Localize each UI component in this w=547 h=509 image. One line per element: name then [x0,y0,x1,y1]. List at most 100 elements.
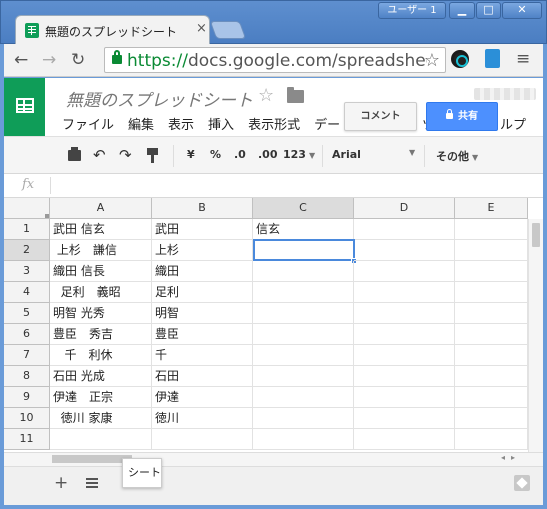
cell-e8[interactable] [455,366,528,387]
row-header-6[interactable]: 6 [4,324,50,345]
row-header-1[interactable]: 1 [4,219,50,240]
cell-c4[interactable] [253,282,354,303]
select-all-corner[interactable] [4,198,50,219]
cell-b9[interactable]: 伊達 [152,387,253,408]
cell-e5[interactable] [455,303,528,324]
cell-e7[interactable] [455,345,528,366]
star-document-icon[interactable]: ☆ [258,85,274,106]
row-header-11[interactable]: 11 [4,429,50,450]
cell-a5[interactable]: 明智 光秀 [50,303,152,324]
paint-format-icon[interactable] [147,148,158,163]
user-profile-badge[interactable]: ユーザー 1 [378,2,446,19]
column-header-d[interactable]: D [354,198,455,219]
minimize-button[interactable]: ▁ [449,2,475,19]
cell-c1[interactable]: 信玄 [253,219,354,240]
cell-d7[interactable] [354,345,455,366]
cell-c2[interactable] [253,239,355,261]
cell-c10[interactable] [253,408,354,429]
cell-d3[interactable] [354,261,455,282]
cell-e10[interactable] [455,408,528,429]
cell-c11[interactable] [253,429,354,450]
url-text[interactable]: https://docs.google.com/spreadsheet [127,51,427,71]
document-title[interactable]: 無題のスプレッドシート [66,86,253,111]
cell-c5[interactable] [253,303,354,324]
undo-icon[interactable]: ↶ [93,146,106,164]
cell-a7[interactable]: 千 利休 [50,345,152,366]
font-family-dropdown[interactable]: Arial ▼ [332,148,416,161]
cell-a9[interactable]: 伊達 正宗 [50,387,152,408]
cell-a8[interactable]: 石田 光成 [50,366,152,387]
new-tab-button[interactable] [209,21,247,39]
explore-icon[interactable] [514,475,530,491]
cell-b2[interactable]: 上杉 [152,240,253,261]
print-icon[interactable] [68,147,81,161]
horizontal-scrollbar[interactable]: ◂▸ [4,452,543,466]
column-header-b[interactable]: B [152,198,253,219]
cell-e2[interactable] [455,240,528,261]
horizontal-scroll-thumb[interactable] [52,455,132,463]
forward-arrow-icon[interactable]: → [42,50,56,70]
back-arrow-icon[interactable]: ← [14,50,28,70]
share-button[interactable]: 共有 [426,102,498,131]
browser-tab[interactable]: 無題のスプレッドシート × [15,15,210,45]
cell-d6[interactable] [354,324,455,345]
column-header-c[interactable]: C [253,198,354,219]
cell-a10[interactable]: 徳川 家康 [50,408,152,429]
comments-button[interactable]: コメント [344,102,417,131]
cell-d9[interactable] [354,387,455,408]
cell-a4[interactable]: 足利 義昭 [50,282,152,303]
cell-b3[interactable]: 織田 [152,261,253,282]
column-header-e[interactable]: E [455,198,528,219]
tab-close-icon[interactable]: × [196,21,207,36]
menu-view[interactable]: 表示 [168,118,194,133]
menu-help[interactable]: ルプ [500,114,526,133]
menu-insert[interactable]: 挿入 [208,118,234,133]
maximize-button[interactable]: □ [476,2,501,19]
cell-b5[interactable]: 明智 [152,303,253,324]
row-header-5[interactable]: 5 [4,303,50,324]
column-header-a[interactable]: A [50,198,152,219]
close-window-button[interactable]: ✕ [502,2,542,19]
redo-icon[interactable]: ↷ [119,146,132,164]
percent-format-button[interactable]: % [210,148,221,161]
extension-book-icon[interactable] [485,49,500,68]
row-header-3[interactable]: 3 [4,261,50,282]
menu-edit[interactable]: 編集 [128,118,154,133]
row-header-9[interactable]: 9 [4,387,50,408]
cell-b1[interactable]: 武田 [152,219,253,240]
increase-decimal-button[interactable]: .00 [258,148,278,161]
vertical-scroll-thumb[interactable] [532,223,540,247]
cell-a3[interactable]: 織田 信長 [50,261,152,282]
number-format-dropdown[interactable]: 123 ▼ [283,148,315,161]
browser-menu-icon[interactable]: ≡ [516,49,530,69]
extension-circle-icon[interactable] [451,50,469,68]
row-header-7[interactable]: 7 [4,345,50,366]
row-header-10[interactable]: 10 [4,408,50,429]
cell-b11[interactable] [152,429,253,450]
cell-c3[interactable] [253,261,354,282]
cell-d1[interactable] [354,219,455,240]
cell-b7[interactable]: 千 [152,345,253,366]
cell-c8[interactable] [253,366,354,387]
cell-c9[interactable] [253,387,354,408]
cell-e4[interactable] [455,282,528,303]
cell-b6[interactable]: 豊臣 [152,324,253,345]
row-header-4[interactable]: 4 [4,282,50,303]
add-sheet-icon[interactable]: + [54,473,68,493]
sheets-logo-icon[interactable] [4,78,45,136]
cell-b4[interactable]: 足利 [152,282,253,303]
all-sheets-icon[interactable] [86,478,98,489]
folder-icon[interactable] [287,87,304,103]
row-header-2[interactable]: 2 [4,240,50,261]
font-size-dropdown[interactable]: その他 ▼ [436,148,478,164]
cell-d2[interactable] [354,240,455,261]
formula-input[interactable] [56,178,526,194]
cell-b10[interactable]: 徳川 [152,408,253,429]
cell-e3[interactable] [455,261,528,282]
cell-d4[interactable] [354,282,455,303]
reload-icon[interactable]: ↻ [71,50,85,70]
cell-d10[interactable] [354,408,455,429]
cell-c7[interactable] [253,345,354,366]
menu-data[interactable]: デー [314,118,340,133]
cell-c6[interactable] [253,324,354,345]
